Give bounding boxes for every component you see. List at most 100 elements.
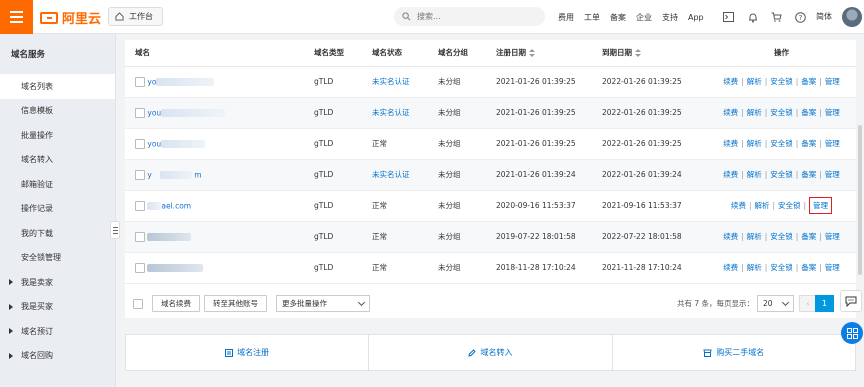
row-checkbox[interactable] [135,76,145,87]
dns-link[interactable]: 解析 [747,77,762,86]
dns-link[interactable]: 解析 [747,139,762,148]
renew-link[interactable]: 续费 [723,170,738,179]
lock-link[interactable]: 安全锁 [778,201,801,210]
batch-renew-button[interactable]: 域名续费 [152,295,200,312]
sidebar-collapse-handle[interactable] [110,221,120,239]
sidebar-group-buyer[interactable]: 我是买家 [0,295,115,320]
icp-link[interactable]: 备案 [801,139,816,148]
renew-link[interactable]: 续费 [723,108,738,117]
sidebar-item-batch[interactable]: 批量操作 [0,123,115,148]
domain-type: gTLD [314,66,372,98]
sidebar-item-domain-list[interactable]: 域名列表 [0,74,115,99]
transfer-account-button[interactable]: 转至其他账号 [204,295,267,312]
manage-link[interactable]: 管理 [825,232,840,241]
nav-app[interactable]: App [688,13,704,22]
row-checkbox[interactable] [135,200,145,211]
app-grid-button[interactable] [841,322,863,344]
bell-icon[interactable] [747,12,758,23]
nav-enterprise[interactable]: 企业 [636,12,652,23]
nav-support[interactable]: 支持 [662,12,678,23]
icp-link[interactable]: 备案 [801,170,816,179]
header-reg-date[interactable]: 注册日期 [496,40,602,67]
nav-fees[interactable]: 费用 [558,12,574,23]
lock-link[interactable]: 安全锁 [770,232,793,241]
domain-name[interactable]: you [147,108,161,117]
search-input[interactable] [417,12,527,21]
icp-link[interactable]: 备案 [801,263,816,272]
sidebar: 域名服务 域名列表 信息模板 批量操作 域名转入 邮箱验证 操作记录 我的下载 … [0,34,116,387]
dns-link[interactable]: 解析 [747,232,762,241]
domain-status[interactable]: 未实名认证 [372,159,438,191]
domain-name[interactable]: you [147,139,161,148]
nav-tickets[interactable]: 工单 [584,12,600,23]
header-status: 域名状态 [372,40,438,67]
row-checkbox[interactable] [135,107,145,118]
lock-link[interactable]: 安全锁 [770,263,793,272]
lock-link[interactable]: 安全锁 [770,170,793,179]
aliyun-logo[interactable]: 阿里云 [40,8,101,27]
workbench-button[interactable]: 工作台 [108,7,163,26]
renew-link[interactable]: 续费 [731,201,746,210]
dns-link[interactable]: 解析 [754,201,769,210]
buy-secondhand-action[interactable]: 购买二手域名 [613,335,855,370]
renew-link[interactable]: 续费 [723,139,738,148]
sidebar-item-security-lock[interactable]: 安全锁管理 [0,246,115,271]
header-exp-date[interactable]: 到期日期 [602,40,707,67]
terminal-icon[interactable] [723,12,734,23]
exp-date: 2022-07-22 18:01:58 [602,221,707,253]
sidebar-item-email-verify[interactable]: 邮箱验证 [0,172,115,197]
row-checkbox[interactable] [135,138,145,149]
manage-link[interactable]: 管理 [825,139,840,148]
domain-status[interactable]: 未实名认证 [372,97,438,129]
lock-link[interactable]: 安全锁 [770,139,793,148]
sidebar-group-seller[interactable]: 我是卖家 [0,270,115,295]
renew-link[interactable]: 续费 [723,77,738,86]
manage-link[interactable]: 管理 [825,170,840,179]
lock-link[interactable]: 安全锁 [770,77,793,86]
row-checkbox[interactable] [135,169,145,180]
batch-operations-select[interactable]: 更多批量操作 [276,295,370,312]
manage-link[interactable]: 管理 [825,108,840,117]
select-all-checkbox[interactable] [133,298,143,309]
sidebar-group-buyback[interactable]: 域名回购 [0,344,115,369]
sidebar-group-reserve[interactable]: 域名预订 [0,319,115,344]
user-avatar[interactable] [842,7,862,27]
help-icon[interactable]: ? [795,11,806,23]
search-box[interactable] [394,7,545,26]
sidebar-item-transfer-in[interactable]: 域名转入 [0,148,115,173]
register-domain-action[interactable]: 域名注册 [126,335,370,370]
sort-icon[interactable] [635,48,641,58]
manage-link[interactable]: 管理 [809,197,833,214]
domain-name[interactable]: y [147,170,151,179]
dns-link[interactable]: 解析 [747,170,762,179]
domain-name-tail[interactable]: m [194,170,201,179]
icp-link[interactable]: 备案 [801,77,816,86]
domain-name[interactable]: yo [147,77,156,86]
nav-icp[interactable]: 备案 [610,12,626,23]
page-scrollbar[interactable] [858,125,862,275]
icp-link[interactable]: 备案 [801,108,816,117]
icp-link[interactable]: 备案 [801,232,816,241]
sort-icon[interactable] [529,48,535,58]
language-switch[interactable]: 简体 [816,11,832,22]
renew-link[interactable]: 续费 [723,263,738,272]
row-checkbox[interactable] [135,231,145,242]
transfer-in-action[interactable]: 域名转入 [369,335,613,370]
page-size-select[interactable]: 20 [757,295,794,312]
row-checkbox[interactable] [135,262,145,273]
renew-link[interactable]: 续费 [723,232,738,241]
feedback-chat-button[interactable] [840,290,862,312]
dns-link[interactable]: 解析 [747,108,762,117]
sidebar-item-logs[interactable]: 操作记录 [0,197,115,222]
sidebar-item-templates[interactable]: 信息模板 [0,99,115,124]
lock-link[interactable]: 安全锁 [770,108,793,117]
cart-icon[interactable] [771,12,782,23]
sidebar-item-downloads[interactable]: 我的下载 [0,221,115,246]
manage-link[interactable]: 管理 [825,77,840,86]
current-page-button[interactable]: 1 [815,295,834,312]
domain-status[interactable]: 未实名认证 [372,66,438,98]
dns-link[interactable]: 解析 [747,263,762,272]
manage-link[interactable]: 管理 [825,263,840,272]
domain-name[interactable]: ael.com [161,201,191,210]
hamburger-menu-button[interactable] [0,0,33,34]
